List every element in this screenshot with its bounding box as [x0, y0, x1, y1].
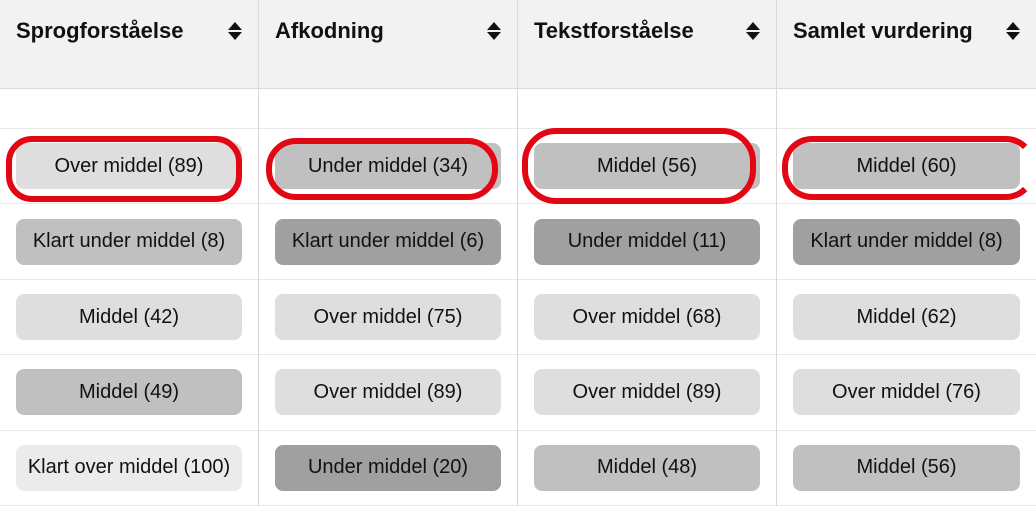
- table-cell: Over middel (89): [0, 129, 258, 204]
- spacer: [0, 89, 258, 129]
- score-pill[interactable]: Klart under middel (8): [793, 219, 1020, 265]
- column-header[interactable]: Sprogforståelse: [0, 0, 258, 89]
- table-cell: Over middel (76): [777, 355, 1036, 430]
- table-cell: Middel (49): [0, 355, 258, 430]
- table-column: Tekstforståelse Middel (56) Under middel (…: [518, 0, 777, 506]
- table-cell: Over middel (89): [259, 355, 517, 430]
- score-pill[interactable]: Klart over middel (100): [16, 445, 242, 491]
- score-pill[interactable]: Klart under middel (8): [16, 219, 242, 265]
- table-cell: Klart over middel (100): [0, 431, 258, 506]
- column-title: Sprogforståelse: [16, 18, 184, 43]
- table-cell: Middel (56): [777, 431, 1036, 506]
- column-header[interactable]: Samlet vurdering: [777, 0, 1036, 89]
- score-pill[interactable]: Under middel (11): [534, 219, 760, 265]
- table-cell: Over middel (68): [518, 280, 776, 355]
- score-pill[interactable]: Middel (62): [793, 294, 1020, 340]
- score-pill[interactable]: Middel (42): [16, 294, 242, 340]
- table-cell: Over middel (75): [259, 280, 517, 355]
- score-pill[interactable]: Middel (49): [16, 369, 242, 415]
- table-cell: Under middel (11): [518, 204, 776, 279]
- column-title: Samlet vurdering: [793, 18, 973, 43]
- score-pill[interactable]: Klart under middel (6): [275, 219, 501, 265]
- spacer: [777, 89, 1036, 129]
- table-cell: Middel (56): [518, 129, 776, 204]
- score-pill[interactable]: Middel (48): [534, 445, 760, 491]
- table-cell: Under middel (20): [259, 431, 517, 506]
- table-cell: Middel (62): [777, 280, 1036, 355]
- spacer: [259, 89, 517, 129]
- table-cell: Middel (60): [777, 129, 1036, 204]
- spacer: [518, 89, 776, 129]
- table-column: Samlet vurdering Middel (60) Klart under m…: [777, 0, 1036, 506]
- table-cell: Klart under middel (6): [259, 204, 517, 279]
- table-cell: Klart under middel (8): [777, 204, 1036, 279]
- table-cell: Under middel (34): [259, 129, 517, 204]
- score-pill[interactable]: Over middel (89): [16, 143, 242, 189]
- sort-icon[interactable]: [746, 22, 760, 40]
- table-cell: Middel (42): [0, 280, 258, 355]
- table: Sprogforståelse Over middel (89) Klart und…: [0, 0, 1036, 506]
- score-pill[interactable]: Over middel (75): [275, 294, 501, 340]
- sort-icon[interactable]: [487, 22, 501, 40]
- column-title: Afkodning: [275, 18, 384, 43]
- sort-icon[interactable]: [1006, 22, 1020, 40]
- score-pill[interactable]: Under middel (34): [275, 143, 501, 189]
- score-pill[interactable]: Middel (56): [534, 143, 760, 189]
- column-title: Tekstforståelse: [534, 18, 694, 43]
- table-cell: Klart under middel (8): [0, 204, 258, 279]
- column-header[interactable]: Tekstforståelse: [518, 0, 776, 89]
- sort-icon[interactable]: [228, 22, 242, 40]
- column-header[interactable]: Afkodning: [259, 0, 517, 89]
- score-pill[interactable]: Over middel (89): [275, 369, 501, 415]
- table-cell: Over middel (89): [518, 355, 776, 430]
- score-pill[interactable]: Under middel (20): [275, 445, 501, 491]
- score-pill[interactable]: Over middel (76): [793, 369, 1020, 415]
- score-pill[interactable]: Over middel (89): [534, 369, 760, 415]
- table-cell: Middel (48): [518, 431, 776, 506]
- score-pill[interactable]: Middel (60): [793, 143, 1020, 189]
- table-column: Sprogforståelse Over middel (89) Klart und…: [0, 0, 259, 506]
- score-pill[interactable]: Middel (56): [793, 445, 1020, 491]
- table-column: Afkodning Under middel (34) Klart under mi…: [259, 0, 518, 506]
- score-pill[interactable]: Over middel (68): [534, 294, 760, 340]
